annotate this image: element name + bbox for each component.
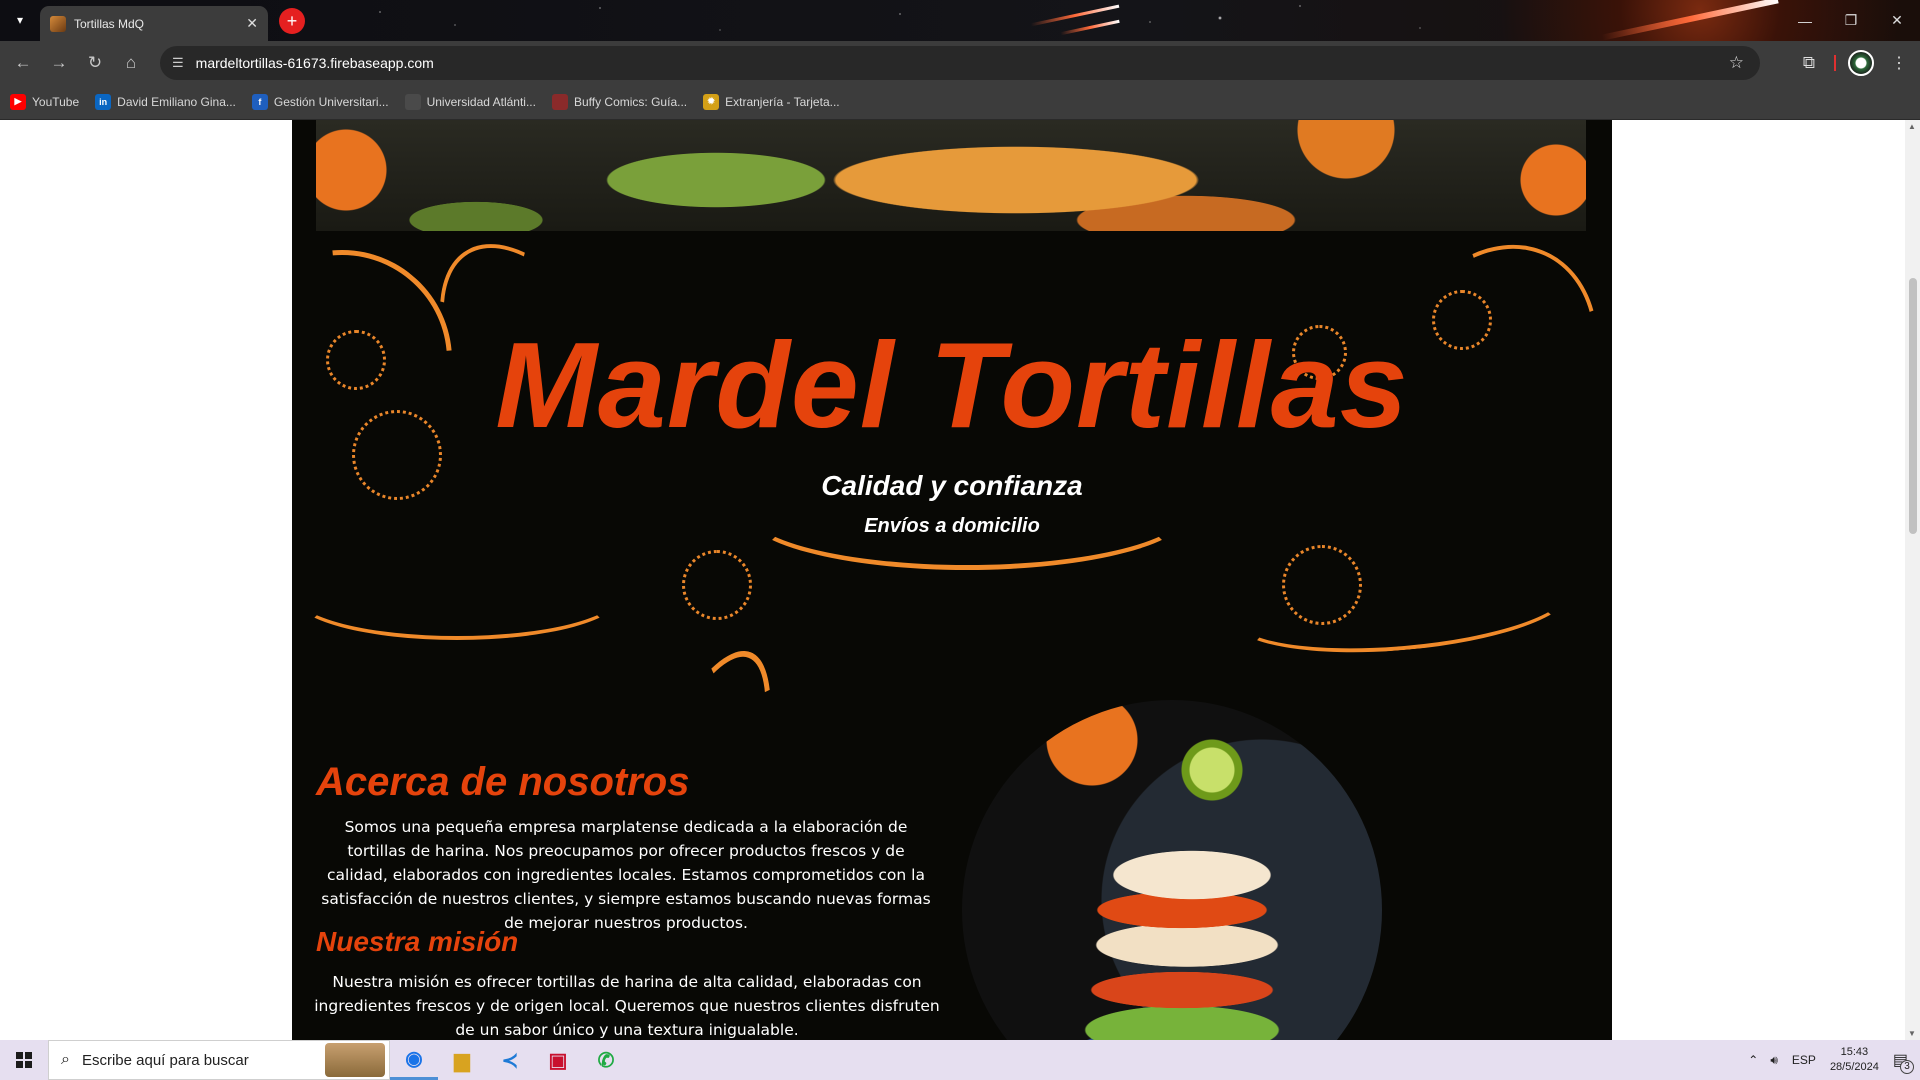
page-viewport: Mardel Tortillas Calidad y confianza Env… (0, 120, 1905, 1040)
youtube-icon: ▶ (10, 93, 26, 110)
extranjeria-icon: ✹ (703, 93, 720, 110)
windows-taskbar: ⌕ Escribe aquí para buscar ◉ ▆ ≺ ▣ ✆ ⌃ 🔊… (0, 1040, 1920, 1080)
volume-icon[interactable]: 🔊︎ (1770, 1053, 1778, 1068)
header-banner-image (316, 120, 1586, 231)
tab-title: Tortillas MdQ (74, 16, 145, 31)
tortilla-dish-image (962, 700, 1382, 1040)
tray-chevron-up-icon[interactable]: ⌃ (1748, 1053, 1758, 1067)
close-tab-icon[interactable]: ✕ (246, 15, 258, 32)
scroll-up-arrow-icon[interactable]: ▲ (1908, 122, 1916, 131)
bookmark-linkedin[interactable]: in David Emiliano Gina... (95, 93, 236, 110)
clock-time: 15:43 (1840, 1046, 1869, 1058)
universidad-icon (404, 93, 421, 110)
bookmark-universidad[interactable]: Universidad Atlánti... (404, 93, 536, 110)
scrollbar-thumb[interactable] (1909, 278, 1917, 534)
forward-button[interactable]: → (42, 46, 76, 80)
clock[interactable]: 15:43 28/5/2024 (1830, 1045, 1879, 1075)
address-bar[interactable]: ☰ mardeltortillas-61673.firebaseapp.com … (160, 46, 1760, 80)
bookmark-extranjeria[interactable]: ✹ Extranjería - Tarjeta... (703, 93, 840, 110)
minimize-button[interactable]: — (1782, 0, 1828, 41)
windows-logo-icon (16, 1052, 32, 1068)
url-text: mardeltortillas-61673.firebaseapp.com (195, 55, 434, 71)
tab-search-dropdown[interactable]: ▾ (8, 8, 32, 32)
scroll-down-arrow-icon[interactable]: ▼ (1908, 1029, 1916, 1038)
bookmarks-bar: ▶ YouTube in David Emiliano Gina... f Gesti… (0, 84, 1920, 120)
site-subtagline: Envíos a domicilio (864, 515, 1040, 537)
about-text: Somos una pequeña empresa marplatense de… (321, 818, 931, 932)
linkedin-icon: in (95, 93, 112, 110)
page-scrollbar[interactable]: ▲ ▼ (1905, 120, 1920, 1040)
toolbar-divider (1834, 41, 1836, 84)
search-highlight-image (325, 1043, 385, 1077)
clock-date: 28/5/2024 (1829, 1061, 1879, 1073)
restore-button[interactable]: ❐ (1828, 0, 1874, 41)
bookmark-youtube[interactable]: ▶ YouTube (10, 93, 79, 110)
mission-text: Nuestra misión es ofrecer tortillas de h… (314, 973, 940, 1039)
system-tray: ⌃ 🔊︎ ESP 15:43 28/5/2024 ▤ 3 (1748, 1040, 1920, 1080)
new-tab-button[interactable]: + (279, 8, 305, 34)
search-icon: ⌕ (61, 1051, 70, 1068)
site-info-icon[interactable]: ☰ (172, 55, 184, 71)
language-indicator[interactable]: ESP (1792, 1053, 1816, 1067)
mission-heading: Nuestra misión (316, 926, 519, 957)
about-heading: Acerca de nosotros (316, 760, 690, 804)
home-button[interactable]: ⌂ (114, 46, 148, 80)
back-button[interactable]: ← (6, 46, 40, 80)
bookmark-star-icon[interactable]: ☆ (1729, 53, 1744, 73)
start-button[interactable] (0, 1040, 48, 1080)
profile-avatar[interactable] (1844, 41, 1878, 84)
taskbar-file-explorer-icon[interactable]: ▆ (438, 1040, 486, 1080)
notifications-icon[interactable]: ▤ 3 (1893, 1050, 1914, 1074)
taskbar-search-box[interactable]: ⌕ Escribe aquí para buscar (48, 1040, 390, 1080)
buffy-icon (551, 93, 568, 110)
taskbar-whatsapp-icon[interactable]: ✆ (582, 1040, 630, 1080)
ornament-swirl (742, 450, 1192, 570)
browser-toolbar: ← → ↻ ⌂ ☰ mardeltortillas-61673.firebase… (0, 41, 1920, 84)
close-window-button[interactable]: ✕ (1874, 0, 1920, 41)
ornament-swirl (1228, 545, 1576, 665)
site-tagline: Calidad y confianza (821, 470, 1083, 501)
extensions-icon[interactable]: ⧉ (1792, 41, 1826, 84)
search-placeholder: Escribe aquí para buscar (81, 1051, 249, 1069)
reload-button[interactable]: ↻ (78, 46, 112, 80)
gestion-icon: f (251, 93, 268, 110)
tortilla-favicon-icon (50, 15, 66, 32)
taskbar-chrome-icon[interactable]: ◉ (390, 1040, 438, 1080)
browser-tab-active[interactable]: Tortillas MdQ ✕ (40, 6, 268, 41)
site-container: Mardel Tortillas Calidad y confianza Env… (292, 120, 1612, 1040)
taskbar-vscode-icon[interactable]: ≺ (486, 1040, 534, 1080)
site-title: Mardel Tortillas (495, 317, 1409, 453)
tab-strip: ▾ Tortillas MdQ ✕ + — ❐ ✕ (0, 0, 1920, 41)
ornament-circle (682, 550, 752, 620)
menu-kebab-icon[interactable]: ⋮ (1884, 41, 1914, 84)
notifications-badge: 3 (1900, 1060, 1914, 1074)
taskbar-acrobat-icon[interactable]: ▣ (534, 1040, 582, 1080)
bookmark-buffy[interactable]: Buffy Comics: Guía... (551, 93, 687, 110)
ornament-circle (1282, 545, 1362, 625)
ornament-swirl (292, 550, 622, 640)
bookmark-gestion[interactable]: f Gestión Universitari... (251, 93, 389, 110)
